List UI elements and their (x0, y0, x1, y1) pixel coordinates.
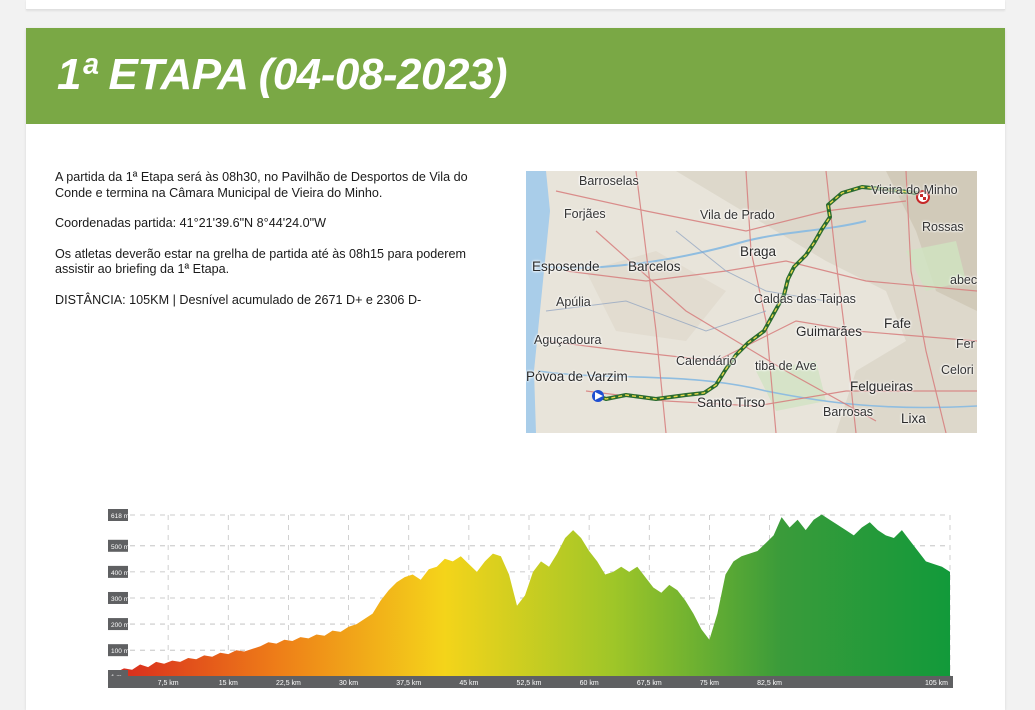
map-label-apulia: Apúlia (556, 295, 591, 309)
x-axis-label: 37,5 km (396, 680, 421, 687)
x-axis-label: 45 km (459, 680, 478, 687)
start-coordinates: Coordenadas partida: 41°21'39.6"N 8°44'2… (55, 216, 326, 230)
y-axis-label: 100 m (111, 648, 129, 655)
x-axis-label: 105 km (925, 680, 948, 687)
map-label-caldas: Caldas das Taipas (754, 292, 856, 306)
map-label-barrosas: Barrosas (823, 405, 874, 419)
x-axis-label: 60 km (580, 680, 599, 687)
stage-banner: 1ª ETAPA (04-08-2023) (26, 28, 1005, 124)
x-axis-label: 82,5 km (757, 680, 782, 687)
map-label-forjaes: Forjães (564, 207, 606, 221)
map-label-agucadoura: Aguçadoura (534, 333, 602, 347)
map-label-vila-de-prado: Vila de Prado (700, 208, 775, 222)
map-label-santo-tirso: Santo Tirso (697, 395, 766, 410)
x-axis-label: 30 km (339, 680, 358, 687)
map-label-barroselas: Barroselas (579, 174, 639, 188)
map-label-guimaraes: Guimarães (796, 324, 863, 339)
map-label-vieira: Vieira do Minho (871, 183, 958, 197)
x-axis-label: 52,5 km (517, 680, 542, 687)
x-axis-label: 7,5 km (158, 680, 179, 687)
y-axis-label: 300 m (111, 596, 129, 603)
y-axis-label: 500 m (111, 544, 129, 551)
map-label-povoa: Póvoa de Varzim (526, 369, 628, 384)
x-axis-label: 75 km (700, 680, 719, 687)
x-axis-label: 67,5 km (637, 680, 662, 687)
map-label-abec: abec (950, 273, 977, 287)
map-label-riba-de-ave: tiba de Ave (755, 359, 817, 373)
map-label-lixa: Lixa (901, 411, 926, 426)
elevation-profile-chart: 1 m100 m200 m300 m400 m500 m618 m 7,5 km… (108, 509, 953, 688)
x-axis-label: 22,5 km (276, 680, 301, 687)
y-axis-label: 618 m (111, 513, 129, 520)
y-axis-label: 400 m (111, 570, 129, 577)
elevation-profile[interactable]: 1 m100 m200 m300 m400 m500 m618 m 7,5 km… (108, 503, 953, 688)
map-label-calendario: Calendário (676, 354, 737, 368)
stage-title: 1ª ETAPA (04-08-2023) (57, 50, 508, 99)
y-axis-label: 200 m (111, 622, 129, 629)
previous-card-edge (26, 0, 1005, 10)
route-map[interactable]: Barroselas Vieira do Minho Forjães Vila … (526, 171, 977, 433)
map-label-braga: Braga (740, 244, 777, 259)
map-label-felgueiras: Felgueiras (850, 379, 914, 394)
stage-card: 1ª ETAPA (04-08-2023) A partida da 1ª Et… (26, 28, 1005, 710)
stage-intro: A partida da 1ª Etapa será às 08h30, no … (55, 170, 468, 200)
stage-distance: DISTÂNCIA: 105KM | Desnível acumulado de… (55, 292, 422, 307)
x-axis-label: 15 km (219, 680, 238, 687)
map-label-fafe: Fafe (884, 316, 912, 331)
map-label-esposende: Esposende (532, 259, 600, 274)
map-label-barcelos: Barcelos (628, 259, 681, 274)
stage-description: A partida da 1ª Etapa será às 08h30, no … (55, 170, 485, 323)
map-label-rossas: Rossas (922, 220, 964, 234)
grid-note: Os atletas deverão estar na grelha de pa… (55, 246, 466, 277)
map-label-fer: Fer (956, 337, 975, 351)
map-label-celori: Celori (941, 363, 974, 377)
